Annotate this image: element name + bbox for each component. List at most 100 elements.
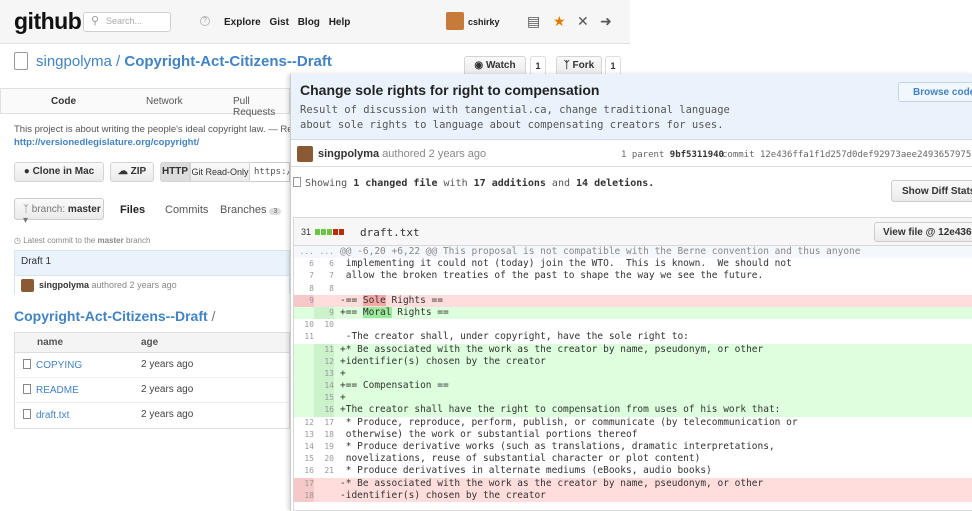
parent-sha-link[interactable]: 9bf5311940 bbox=[670, 150, 724, 160]
branch-selector[interactable]: ᛉ branch: master ▾ bbox=[14, 198, 104, 226]
diff-line-text: implementing it could not (today) join t… bbox=[340, 258, 792, 270]
fork-count[interactable]: 1 bbox=[605, 56, 621, 76]
new-line-number[interactable]: 13 bbox=[314, 367, 334, 381]
inbox-icon[interactable]: ▤ bbox=[527, 13, 540, 30]
nav-gist[interactable]: Gist bbox=[269, 17, 288, 28]
git-readonly-button[interactable]: Git Read-Only bbox=[190, 162, 250, 182]
clone-in-mac-button[interactable]: ● Clone in Mac bbox=[14, 162, 104, 182]
diff-line: ...... @@ -6,20 +6,22 @@ This proposal is… bbox=[294, 246, 972, 259]
latest-commit-message[interactable]: Draft 1 bbox=[21, 256, 51, 267]
new-line-number[interactable]: 14 bbox=[314, 380, 334, 393]
diff-line-text: + bbox=[340, 367, 346, 379]
old-line-number[interactable]: 9 bbox=[294, 294, 314, 307]
diff-line-text: novelizations, reuse of substantial char… bbox=[340, 453, 701, 465]
watch-count[interactable]: 1 bbox=[530, 56, 546, 76]
new-line-number[interactable]: 8 bbox=[314, 283, 334, 295]
file-name: draft.txt bbox=[36, 410, 70, 421]
new-line-number[interactable]: 10 bbox=[314, 319, 334, 331]
old-line-number[interactable]: 14 bbox=[294, 441, 314, 453]
new-line-number[interactable]: 9 bbox=[314, 306, 334, 320]
new-line-number[interactable]: 19 bbox=[314, 441, 334, 453]
new-line-number[interactable]: 15 bbox=[314, 392, 334, 405]
old-line-number[interactable]: 11 bbox=[294, 331, 314, 343]
branch-name: master bbox=[67, 204, 101, 215]
new-line-number[interactable]: 18 bbox=[314, 429, 334, 441]
github-logo[interactable]: github bbox=[14, 8, 82, 35]
notifications-icon[interactable]: ★ bbox=[553, 13, 566, 30]
tree-row[interactable]: COPYING 2 years ago bbox=[15, 353, 289, 378]
tab-pull-requests[interactable]: Pull Requests bbox=[233, 96, 289, 118]
settings-icon[interactable]: ✕ bbox=[577, 13, 589, 30]
tree-row[interactable]: draft.txt 2 years ago bbox=[15, 403, 289, 428]
new-line-number[interactable]: 12 bbox=[314, 355, 334, 368]
old-line-number[interactable]: 6 bbox=[294, 258, 314, 270]
new-line-number[interactable]: ... bbox=[314, 246, 334, 258]
repo-name-link[interactable]: Copyright-Act-Citizens--Draft bbox=[124, 53, 332, 70]
old-line-number[interactable]: 16 bbox=[294, 465, 314, 477]
file-link-copying[interactable]: COPYING bbox=[23, 359, 82, 371]
old-line-number[interactable]: 17 bbox=[294, 477, 314, 490]
subtab-files[interactable]: Files bbox=[120, 204, 145, 216]
file-link-draft[interactable]: draft.txt bbox=[23, 409, 69, 421]
diff-line: 9 -== Sole Rights == bbox=[294, 294, 972, 307]
commit-header: Change sole rights for right to compensa… bbox=[291, 74, 972, 140]
nav-help[interactable]: Help bbox=[329, 17, 351, 28]
browse-code-button[interactable]: Browse code bbox=[898, 82, 972, 102]
latest-commit-author: singpolyma authored 2 years ago bbox=[15, 275, 289, 294]
file-icon bbox=[23, 359, 31, 369]
old-line-number[interactable]: 8 bbox=[294, 283, 314, 295]
nav-blog[interactable]: Blog bbox=[298, 17, 320, 28]
old-line-number[interactable]: 18 bbox=[294, 489, 314, 502]
diff-line: 11 +* Be associated with the work as the … bbox=[294, 343, 972, 356]
author-name[interactable]: singpolyma bbox=[39, 280, 89, 290]
username-link[interactable]: cshirky bbox=[468, 17, 500, 27]
diffstat-bar bbox=[332, 229, 338, 235]
latest-pre: Latest commit to the bbox=[23, 236, 96, 245]
sign-out-icon[interactable]: ➜ bbox=[600, 13, 612, 30]
commit-title: Change sole rights for right to compensa… bbox=[300, 82, 600, 98]
watch-button[interactable]: ◉ Watch bbox=[464, 56, 526, 76]
latest-commit-box[interactable]: Draft 1 singpolyma authored 2 years ago bbox=[14, 250, 290, 294]
http-clone-button[interactable]: HTTP bbox=[160, 162, 190, 182]
subtab-commits[interactable]: Commits bbox=[165, 204, 208, 216]
old-line-number[interactable]: 13 bbox=[294, 429, 314, 441]
tree-title: Copyright-Act-Citizens--Draft / bbox=[14, 308, 215, 324]
view-file-button[interactable]: View file @ 12e436f bbox=[874, 222, 972, 242]
nav-explore[interactable]: Explore bbox=[224, 17, 261, 28]
diff-line-text: @@ -6,20 +6,22 @@ This proposal is not c… bbox=[340, 246, 861, 257]
homepage-link[interactable]: http://versionedlegislature.org/copyrigh… bbox=[14, 137, 199, 148]
tab-network[interactable]: Network bbox=[146, 96, 183, 107]
old-line-number[interactable]: ... bbox=[294, 246, 314, 258]
new-line-number[interactable]: 17 bbox=[314, 417, 334, 429]
old-line-number[interactable]: 15 bbox=[294, 453, 314, 465]
old-line-number[interactable]: 12 bbox=[294, 417, 314, 429]
subtab-branches[interactable]: Branches 3 bbox=[220, 204, 282, 216]
new-line-number[interactable]: 11 bbox=[314, 343, 334, 356]
user-avatar[interactable] bbox=[446, 12, 464, 30]
tree-title-link[interactable]: Copyright-Act-Citizens--Draft bbox=[14, 308, 208, 324]
diff-line-text: * Produce derivatives in alternate mediu… bbox=[340, 465, 712, 477]
clone-url-input[interactable]: https:/ bbox=[250, 162, 290, 182]
old-line-number[interactable]: 7 bbox=[294, 270, 314, 282]
file-icon bbox=[23, 384, 31, 394]
diff-file-name[interactable]: draft.txt bbox=[360, 226, 420, 239]
commit-author-name[interactable]: singpolyma bbox=[318, 148, 379, 160]
info-icon[interactable]: ? bbox=[200, 16, 210, 26]
diff-file-header: 31 draft.txt View file @ 12e436f bbox=[294, 218, 972, 246]
repo-owner-link[interactable]: singpolyma bbox=[36, 53, 112, 70]
tree-row[interactable]: README 2 years ago bbox=[15, 378, 289, 403]
new-line-number[interactable]: 16 bbox=[314, 404, 334, 417]
diff-line-text: -The creator shall, under copyright, hav… bbox=[340, 331, 689, 343]
fork-button[interactable]: ᛉ Fork bbox=[556, 56, 602, 76]
new-line-number[interactable]: 21 bbox=[314, 465, 334, 477]
new-line-number[interactable]: 7 bbox=[314, 270, 334, 282]
showing-changed[interactable]: 1 changed file bbox=[353, 178, 437, 189]
new-line-number[interactable]: 6 bbox=[314, 258, 334, 270]
old-line-number[interactable]: 10 bbox=[294, 319, 314, 331]
commit-description: Result of discussion with tangential.ca,… bbox=[300, 104, 730, 131]
file-link-readme[interactable]: README bbox=[23, 384, 79, 396]
new-line-number[interactable]: 20 bbox=[314, 453, 334, 465]
tab-code[interactable]: Code bbox=[51, 96, 76, 107]
zip-button[interactable]: ☁ ZIP bbox=[110, 162, 154, 182]
show-diff-stats-button[interactable]: Show Diff Stats bbox=[891, 180, 972, 202]
